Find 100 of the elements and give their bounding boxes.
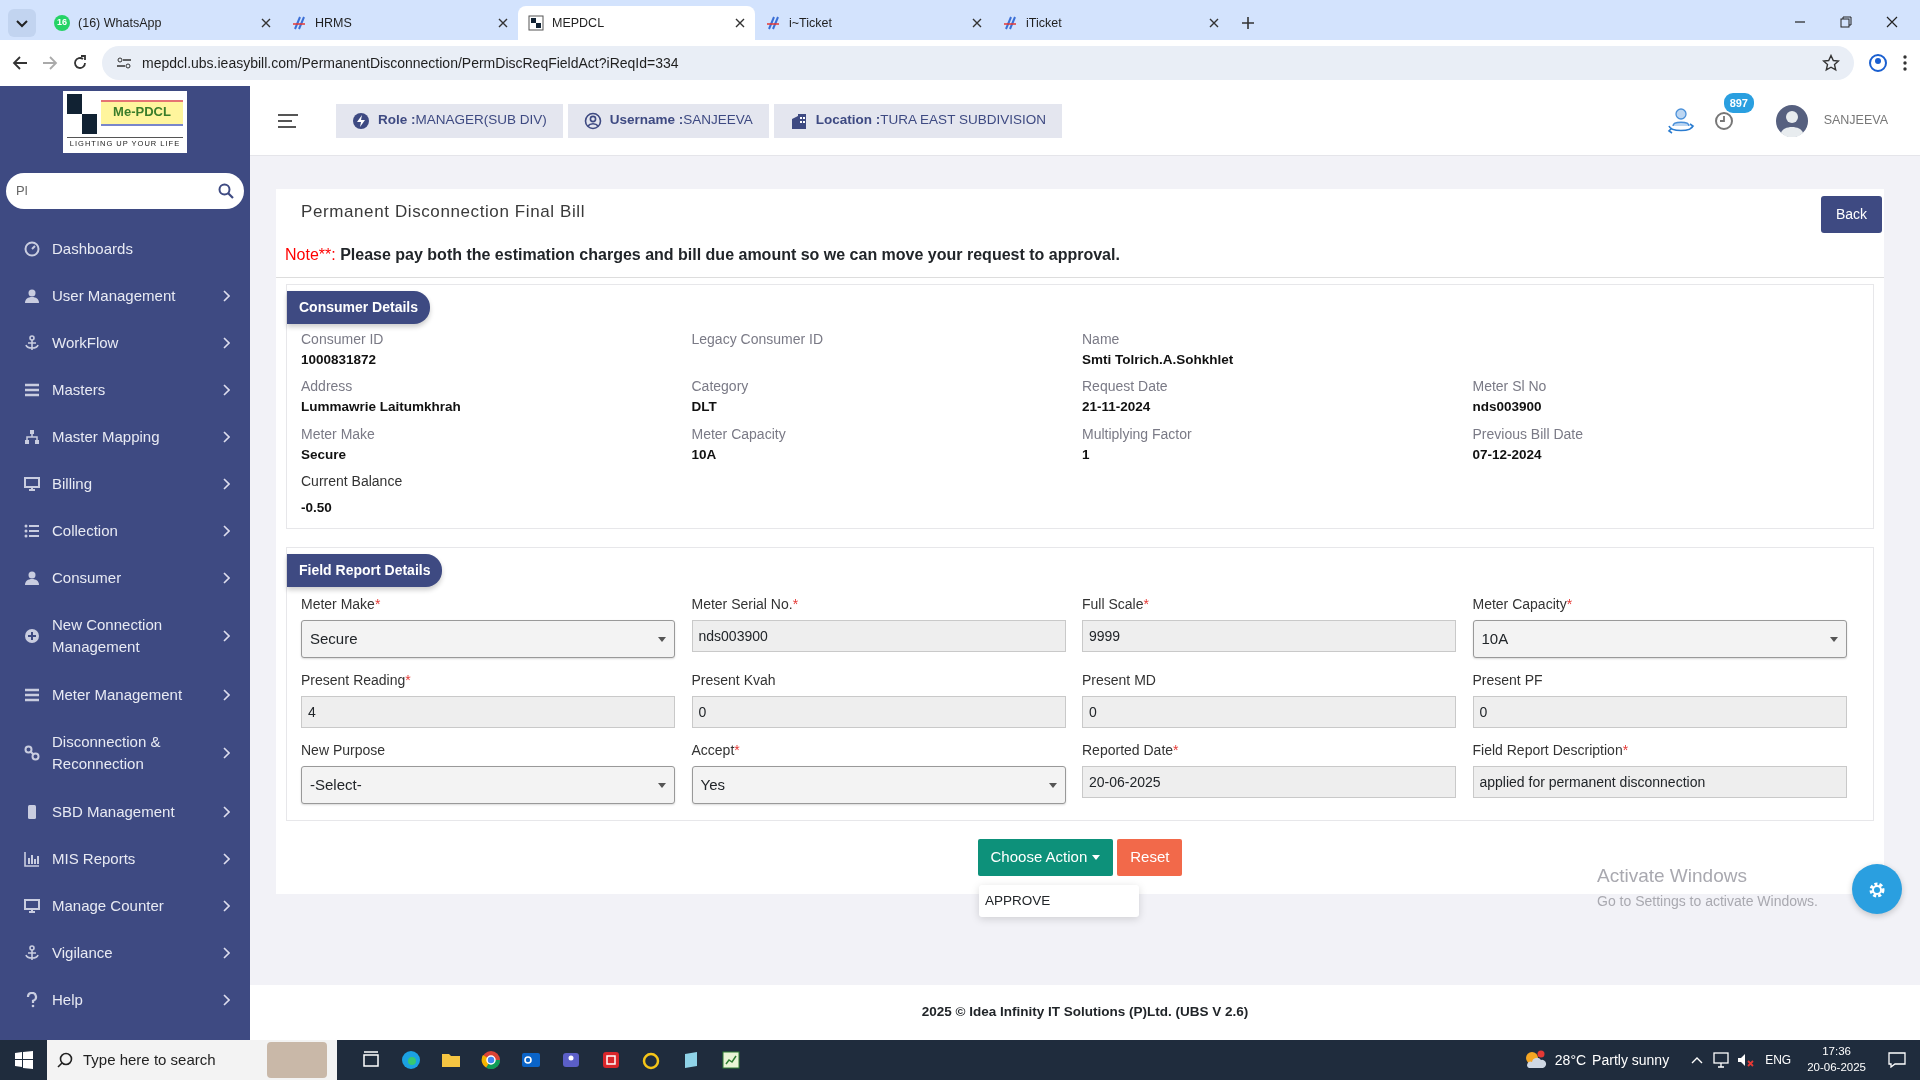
mail-app-icon[interactable] (521, 1050, 541, 1070)
monitor-icon (24, 897, 40, 914)
clock-icon[interactable] (1713, 111, 1734, 132)
sidebar-item[interactable]: MIS Reports (0, 835, 250, 882)
field-label: Meter Capacity* (1472, 595, 1574, 614)
settings-button[interactable] (1852, 864, 1902, 914)
menu-item[interactable]: APPROVE (985, 891, 1133, 912)
select-field[interactable]: -Select- (301, 766, 675, 804)
sidebar-item[interactable]: Dashboards (0, 225, 250, 272)
task-view-icon[interactable] (361, 1050, 381, 1070)
notification-icon[interactable] (1888, 1052, 1906, 1068)
sidebar-item[interactable]: Collection (0, 507, 250, 554)
field-value: -0.50 (301, 498, 333, 517)
close-icon[interactable] (1886, 16, 1898, 28)
header-info-text: Username :SANJEEVA (609, 111, 753, 130)
search-field[interactable]: Pl (6, 173, 244, 209)
site-settings-icon[interactable] (116, 55, 132, 71)
input-field[interactable]: 0 (691, 696, 1066, 728)
menu-icon[interactable] (278, 112, 298, 129)
photo-placeholder (267, 1042, 327, 1078)
browser-tab[interactable]: i~Ticket (755, 6, 992, 40)
notification-badge: 897 (1723, 92, 1754, 113)
browser-tab[interactable]: HRMS (281, 6, 518, 40)
user-name[interactable]: SANJEEVA (1823, 111, 1888, 130)
browser-icon[interactable] (481, 1050, 501, 1070)
field-value: 07-12-2024 (1472, 445, 1543, 464)
input-field[interactable]: nds003900 (691, 620, 1066, 652)
search-icon (57, 1052, 73, 1068)
close-icon[interactable] (498, 18, 508, 28)
section-heading: Consumer Details (287, 291, 431, 324)
chat-app-icon[interactable] (561, 1050, 581, 1070)
close-icon[interactable] (972, 18, 982, 28)
field-label: Present PF (1472, 671, 1544, 690)
sidebar-item[interactable]: Help (0, 976, 250, 1023)
field-label: Meter Make* (301, 595, 382, 614)
input-field[interactable]: 9999 (1082, 620, 1456, 652)
field-label: Present Kvah (691, 671, 777, 690)
profile-icon[interactable] (1868, 53, 1888, 73)
tab-list-icon[interactable] (8, 9, 36, 37)
input-field[interactable]: 4 (301, 696, 675, 728)
volume-muted-icon[interactable] (1737, 1052, 1756, 1068)
field-label: Reported Date* (1082, 741, 1180, 760)
avatar-icon[interactable] (1775, 104, 1808, 137)
close-icon[interactable] (735, 18, 745, 28)
sidebar-item[interactable]: Manage Counter (0, 882, 250, 929)
restore-icon[interactable] (1840, 16, 1852, 28)
more-options-icon[interactable] (1902, 54, 1908, 72)
windows-start-icon[interactable] (15, 1051, 33, 1069)
browser-tab[interactable]: MEPDCL (518, 6, 755, 40)
new-tab-icon[interactable] (1241, 16, 1255, 30)
field-label: Meter Capacity (691, 424, 787, 444)
star-icon[interactable] (1822, 54, 1840, 72)
browser-tab[interactable]: iTicket (992, 6, 1229, 40)
shield-app-icon[interactable] (601, 1050, 621, 1070)
back-button[interactable]: Back (1820, 195, 1882, 233)
sidebar-item[interactable]: WorkFlow (0, 319, 250, 366)
input-field[interactable]: 0 (1082, 696, 1456, 728)
browser-icon[interactable] (401, 1050, 421, 1070)
close-icon[interactable] (261, 18, 271, 28)
field-label: Previous Bill Date (1472, 424, 1584, 444)
section-heading: Field Report Details (287, 554, 443, 587)
sidebar-item[interactable]: SBD Management (0, 788, 250, 835)
user-switch-icon[interactable] (1665, 105, 1696, 136)
sidebar-item[interactable]: Consumer (0, 554, 250, 601)
close-icon[interactable] (1209, 18, 1219, 28)
slash-logo-icon (291, 15, 307, 31)
anchor-icon (24, 334, 40, 351)
taskbar-search-field[interactable]: Type here to search (47, 1040, 337, 1080)
spreadsheet-app-icon[interactable] (721, 1050, 741, 1070)
input-field[interactable]: applied for permanent disconnection (1472, 766, 1847, 798)
sidebar-item[interactable]: User Management (0, 272, 250, 319)
language-indicator[interactable]: ENG (1765, 1051, 1792, 1069)
back-arrow-icon[interactable] (12, 55, 28, 71)
choose-action-button[interactable]: Choose Action (977, 839, 1114, 876)
browser-tab[interactable]: 16 (16) WhatsApp (44, 6, 281, 40)
reload-icon[interactable] (72, 55, 88, 71)
clock-time[interactable]: 17:36 (1807, 1044, 1866, 1060)
weather-text[interactable]: Partly sunny (1592, 1049, 1670, 1071)
field-value: 21-11-2024 (1082, 398, 1152, 417)
clock-date[interactable]: 20-06-2025 (1807, 1060, 1866, 1076)
field-label: Multiplying Factor (1082, 424, 1193, 444)
sidebar-item[interactable]: New Connection Management (0, 601, 250, 671)
select-field[interactable]: Secure (301, 620, 675, 658)
network-icon[interactable] (1713, 1052, 1732, 1068)
sidebar-item[interactable]: Billing (0, 460, 250, 507)
sidebar-item[interactable]: Masters (0, 366, 250, 413)
sidebar-item[interactable]: Meter Management (0, 671, 250, 718)
sidebar-item[interactable]: Master Mapping (0, 413, 250, 460)
select-field[interactable]: Yes (691, 766, 1066, 804)
select-field[interactable]: 10A (1472, 620, 1847, 658)
temperature-text[interactable]: 28°C (1554, 1049, 1587, 1071)
input-field[interactable]: 20-06-2025 (1082, 766, 1456, 798)
input-field[interactable]: 0 (1472, 696, 1847, 728)
chevron-up-icon[interactable] (1691, 1056, 1704, 1064)
tab-title: (16) WhatsApp (78, 15, 162, 30)
field-label: New Purpose (301, 741, 387, 760)
ring-app-icon[interactable] (641, 1050, 661, 1070)
sidebar-item[interactable]: Vigilance (0, 929, 250, 976)
field-value: Lummawrie Laitumkhrah (301, 398, 462, 417)
sidebar-item[interactable]: Disconnection & Reconnection (0, 718, 250, 788)
